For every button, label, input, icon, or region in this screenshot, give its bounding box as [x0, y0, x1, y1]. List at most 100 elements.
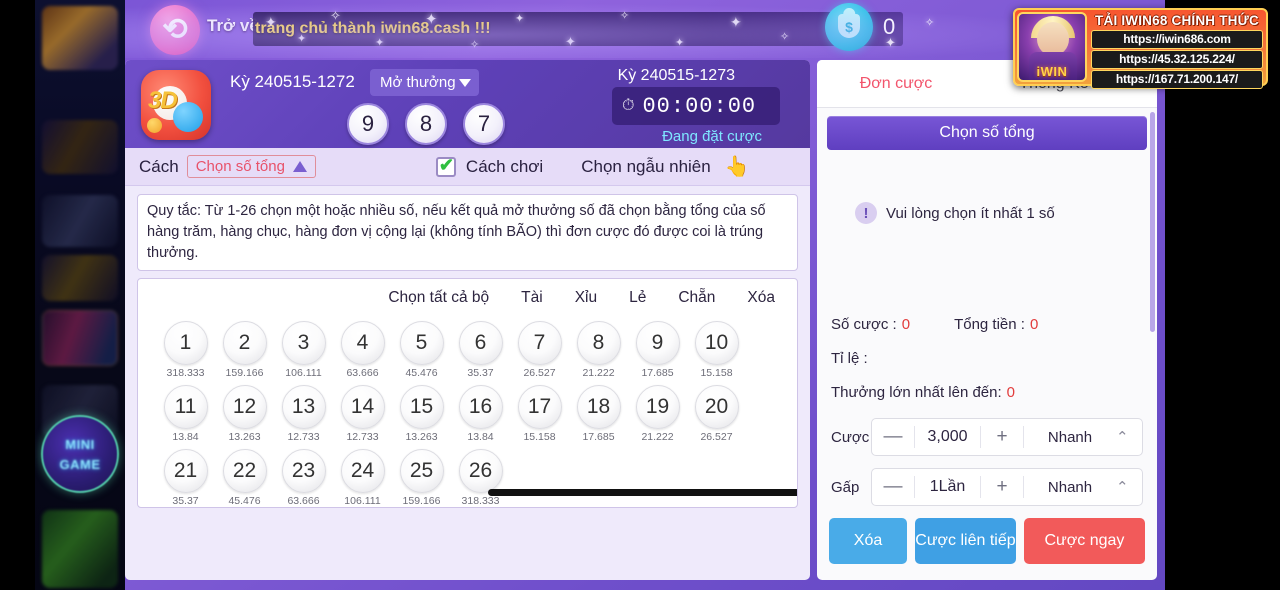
- clear-button[interactable]: Xóa: [829, 518, 907, 564]
- number-cell[interactable]: 16 13.84: [451, 385, 510, 443]
- number-ball[interactable]: 1: [163, 321, 208, 365]
- number-cell[interactable]: 17 15.158: [510, 385, 569, 443]
- bet-count-value: 0: [901, 316, 911, 333]
- sidebar-tile[interactable]: [42, 6, 118, 70]
- number-ball[interactable]: 21: [163, 449, 208, 493]
- number-ball[interactable]: 6: [458, 321, 503, 365]
- stake-value[interactable]: 3,000: [915, 428, 980, 446]
- number-cell[interactable]: 15 13.263: [392, 385, 451, 443]
- number-cell[interactable]: 12 13.263: [215, 385, 274, 443]
- number-ball[interactable]: 4: [340, 321, 385, 365]
- stake-quick-label[interactable]: Nhanh: [1024, 429, 1116, 446]
- sidebar-tile[interactable]: [42, 120, 118, 174]
- ad-banner[interactable]: iWIN TẢI IWIN68 CHÍNH THỨC https://iwin6…: [1013, 8, 1268, 89]
- number-ball[interactable]: 13: [281, 385, 326, 429]
- number-ball[interactable]: 8: [576, 321, 621, 365]
- number-cell[interactable]: 18 17.685: [569, 385, 628, 443]
- number-ball[interactable]: 24: [340, 449, 385, 493]
- tab-don-cuoc[interactable]: Đơn cược: [817, 75, 975, 93]
- picker-action-2[interactable]: Xỉu: [575, 289, 597, 307]
- picker-action-1[interactable]: Tài: [521, 289, 543, 307]
- number-ball[interactable]: 3: [281, 321, 326, 365]
- number-ball[interactable]: 15: [399, 385, 444, 429]
- number-odds: 21.222: [641, 431, 674, 443]
- game-panel: 3D Kỳ 240515-1272 Mở thưởng 9 8 7 Kỳ 240…: [125, 60, 810, 580]
- pointing-hand-icon[interactable]: 👆: [725, 154, 750, 179]
- ad-url-1[interactable]: https://iwin686.com: [1091, 30, 1263, 49]
- number-cell[interactable]: 20 26.527: [687, 385, 746, 443]
- plus-icon[interactable]: +: [981, 426, 1023, 448]
- sidebar-game-strip[interactable]: MINI GAME: [35, 0, 125, 590]
- bet-now-button[interactable]: Cược ngay: [1023, 518, 1145, 564]
- number-cell[interactable]: 4 63.666: [333, 321, 392, 379]
- number-ball[interactable]: 23: [281, 449, 326, 493]
- number-cell[interactable]: 11 13.84: [156, 385, 215, 443]
- continuous-bet-button[interactable]: Cược liên tiếp: [915, 518, 1016, 564]
- bet-panel-scrollbar[interactable]: [1150, 112, 1155, 332]
- number-ball[interactable]: 12: [222, 385, 267, 429]
- number-ball[interactable]: 11: [163, 385, 208, 429]
- ad-url-3[interactable]: https://167.71.200.147/: [1091, 70, 1263, 89]
- checkbox-checked-icon[interactable]: [435, 155, 456, 177]
- number-ball[interactable]: 22: [222, 449, 267, 493]
- number-cell[interactable]: 9 17.685: [628, 321, 687, 379]
- stake-stepper: — 3,000 + Nhanh ⌃: [871, 418, 1143, 456]
- mode-select-chip[interactable]: Chọn số tổng: [186, 155, 316, 178]
- number-odds: 17.685: [582, 431, 615, 443]
- how-to-play-label[interactable]: Cách chơi: [466, 157, 543, 177]
- number-ball[interactable]: 20: [694, 385, 739, 429]
- number-cell[interactable]: 14 12.733: [333, 385, 392, 443]
- number-ball[interactable]: 2: [222, 321, 267, 365]
- number-cell[interactable]: 1 318.333: [156, 321, 215, 379]
- number-ball[interactable]: 19: [635, 385, 680, 429]
- horizontal-scrollbar[interactable]: [138, 489, 797, 499]
- number-ball[interactable]: 26: [458, 449, 503, 493]
- number-cell[interactable]: 6 35.37: [451, 321, 510, 379]
- number-cell[interactable]: 7 26.527: [510, 321, 569, 379]
- scrollbar-thumb[interactable]: [488, 489, 797, 496]
- caret-up-icon[interactable]: ⌃: [1116, 478, 1142, 496]
- picker-action-3[interactable]: Lẻ: [629, 289, 646, 307]
- number-cell[interactable]: 13 12.733: [274, 385, 333, 443]
- number-ball[interactable]: 14: [340, 385, 385, 429]
- number-ball[interactable]: 18: [576, 385, 621, 429]
- back-button[interactable]: ⟲: [150, 5, 200, 55]
- minus-icon[interactable]: —: [872, 476, 914, 498]
- plus-icon[interactable]: +: [981, 476, 1023, 498]
- picker-action-5[interactable]: Xóa: [747, 289, 775, 307]
- caret-up-icon[interactable]: ⌃: [1116, 428, 1142, 446]
- number-cell[interactable]: 8 21.222: [569, 321, 628, 379]
- number-ball[interactable]: 25: [399, 449, 444, 493]
- multiplier-quick-label[interactable]: Nhanh: [1024, 479, 1116, 496]
- number-ball[interactable]: 17: [517, 385, 562, 429]
- number-ball[interactable]: 5: [399, 321, 444, 365]
- number-picker: Chọn tất cả bộ Tài Xỉu Lẻ Chẵn Xóa 1 318.333 2 1…: [137, 278, 798, 508]
- balance-display[interactable]: $ 0: [825, 3, 895, 51]
- minus-icon[interactable]: —: [872, 426, 914, 448]
- sidebar-tile[interactable]: [42, 510, 118, 588]
- number-cell[interactable]: 19 21.222: [628, 385, 687, 443]
- ad-url-2[interactable]: https://45.32.125.224/: [1091, 50, 1263, 69]
- random-pick-label[interactable]: Chọn ngẫu nhiên: [581, 157, 711, 177]
- mode-bar: Cách Chọn số tổng Cách chơi Chọn ngẫu nh…: [125, 148, 810, 186]
- picker-action-4[interactable]: Chẵn: [678, 289, 715, 307]
- number-ball[interactable]: 10: [694, 321, 739, 365]
- sidebar-tile[interactable]: [42, 195, 118, 247]
- sidebar-tile[interactable]: [42, 255, 118, 301]
- number-cell[interactable]: 2 159.166: [215, 321, 274, 379]
- number-ball[interactable]: 7: [517, 321, 562, 365]
- number-ball[interactable]: 16: [458, 385, 503, 429]
- multiplier-value[interactable]: 1Lần: [915, 478, 980, 496]
- bet-status-label: Đang đặt cược: [662, 128, 762, 145]
- number-ball[interactable]: 9: [635, 321, 680, 365]
- result-ball: 8: [405, 103, 447, 145]
- sidebar-mini-game-badge[interactable]: MINI GAME: [41, 415, 119, 493]
- picker-action-0[interactable]: Chọn tất cả bộ: [388, 289, 489, 307]
- sidebar-tile[interactable]: [42, 310, 118, 366]
- number-cell[interactable]: 3 106.111: [274, 321, 333, 379]
- number-cell[interactable]: 10 15.158: [687, 321, 746, 379]
- number-cell[interactable]: 5 45.476: [392, 321, 451, 379]
- open-prize-dropdown[interactable]: Mở thưởng: [370, 69, 479, 96]
- chevron-down-icon: [458, 78, 471, 87]
- bet-type-button[interactable]: Chọn số tổng: [827, 116, 1147, 150]
